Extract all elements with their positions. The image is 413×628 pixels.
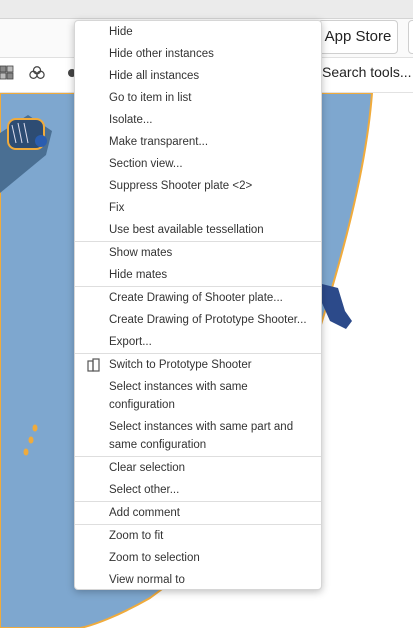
app-store-button[interactable]: App Store <box>318 20 398 54</box>
menu-item-hide[interactable]: Hide <box>109 23 319 41</box>
menu-item-isolate[interactable]: Isolate... <box>109 111 319 129</box>
hole-marker <box>28 436 34 444</box>
menu-separator <box>75 456 321 457</box>
menu-item-make-transparent[interactable]: Make transparent... <box>109 133 319 151</box>
gear-icon[interactable] <box>64 65 74 81</box>
menu-separator <box>75 241 321 242</box>
menu-separator <box>75 353 321 354</box>
search-tools-field[interactable]: Search tools... <box>322 64 412 80</box>
hole-marker <box>32 424 38 432</box>
header-edge-button[interactable] <box>408 20 413 54</box>
menu-item-fix[interactable]: Fix <box>109 199 319 217</box>
hole-marker <box>23 448 29 456</box>
menu-separator <box>75 524 321 525</box>
menu-item-go-to-item-in-list[interactable]: Go to item in list <box>109 89 319 107</box>
view-grid-icon[interactable] <box>0 65 16 81</box>
menu-item-zoom-to-fit[interactable]: Zoom to fit <box>109 527 319 545</box>
menu-item-clear-selection[interactable]: Clear selection <box>109 459 319 477</box>
menu-item-hide-all-instances[interactable]: Hide all instances <box>109 67 319 85</box>
mate-connector-icon[interactable] <box>29 65 45 81</box>
menu-separator <box>75 501 321 502</box>
menu-item-select-same-part-configuration[interactable]: Select instances with same part and same… <box>109 418 314 454</box>
menu-item-section-view[interactable]: Section view... <box>109 155 319 173</box>
menu-item-export[interactable]: Export... <box>109 333 319 351</box>
menu-item-select-same-configuration[interactable]: Select instances with same configuration <box>109 378 314 414</box>
menu-item-best-tessellation[interactable]: Use best available tessellation <box>109 221 319 239</box>
context-menu: Hide Hide other instances Hide all insta… <box>74 20 322 590</box>
menu-item-suppress[interactable]: Suppress Shooter plate <2> <box>109 177 319 195</box>
menu-item-add-comment[interactable]: Add comment <box>109 504 319 522</box>
menu-item-show-mates[interactable]: Show mates <box>109 244 319 262</box>
browser-top-bar <box>0 0 413 19</box>
menu-item-select-other[interactable]: Select other... <box>109 481 319 499</box>
menu-separator <box>75 286 321 287</box>
menu-item-hide-other-instances[interactable]: Hide other instances <box>109 45 319 63</box>
menu-item-create-drawing-part[interactable]: Create Drawing of Shooter plate... <box>109 289 319 307</box>
menu-item-view-normal-to[interactable]: View normal to <box>109 571 319 589</box>
menu-item-hide-mates[interactable]: Hide mates <box>109 266 319 284</box>
assembly-icon <box>87 358 100 372</box>
roller-axle-cap <box>35 135 47 147</box>
menu-item-switch-to-assembly[interactable]: Switch to Prototype Shooter <box>109 356 319 374</box>
menu-item-zoom-to-selection[interactable]: Zoom to selection <box>109 549 319 567</box>
menu-item-create-drawing-assembly[interactable]: Create Drawing of Prototype Shooter... <box>109 311 319 329</box>
